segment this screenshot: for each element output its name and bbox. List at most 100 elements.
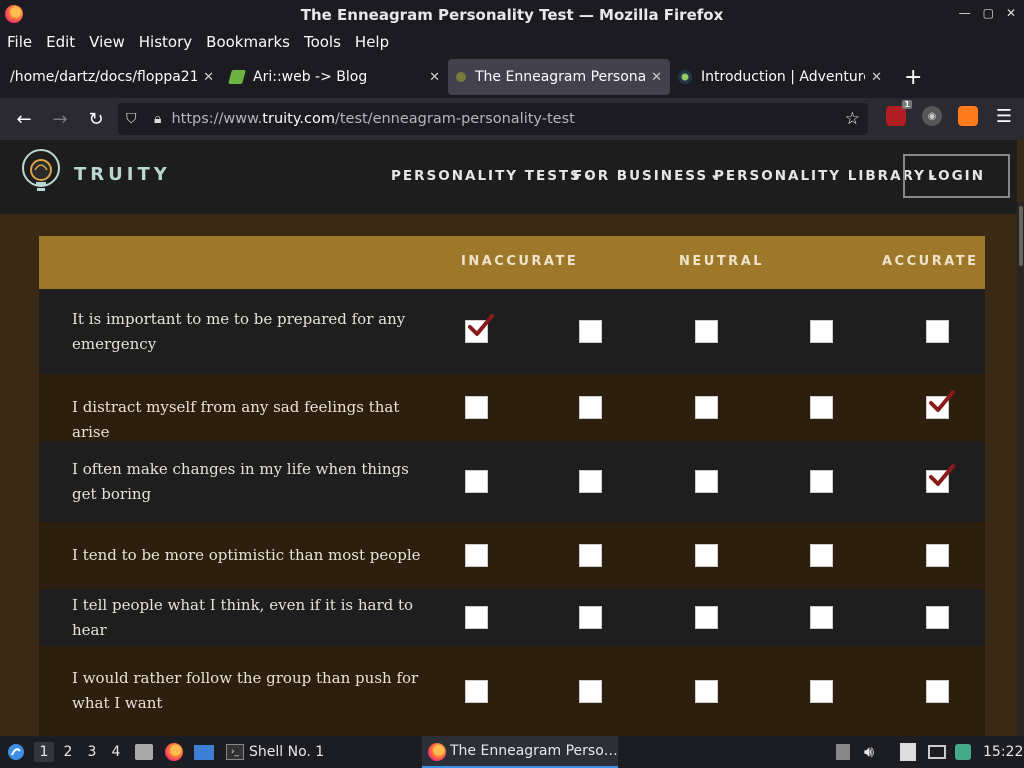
network-icon[interactable] (928, 736, 946, 768)
answer-checkbox-2[interactable] (579, 320, 602, 343)
tab-ariweb[interactable]: Ari::web -> Blog ✕ (222, 59, 448, 95)
clock: 15:22 (983, 744, 1024, 760)
answer-checkbox-5[interactable] (926, 544, 949, 567)
answer-checkbox-5[interactable] (926, 390, 955, 419)
truity-lightbulb-logo-icon[interactable] (20, 148, 62, 200)
answer-checkbox-4[interactable] (810, 396, 833, 419)
tab-enneagram[interactable]: The Enneagram Personal ✕ (448, 59, 670, 95)
new-tab-button[interactable]: + (904, 65, 922, 90)
tab-close-icon[interactable]: ✕ (651, 70, 662, 85)
maximize-button[interactable]: ▢ (983, 6, 994, 20)
firefox-launcher-icon[interactable] (165, 736, 183, 768)
question-text: I tend to be more optimistic than most p… (72, 546, 421, 564)
menu-file[interactable]: File (7, 33, 32, 51)
answer-checkbox-4[interactable] (810, 320, 833, 343)
forward-arrow-icon[interactable]: → (42, 109, 78, 130)
tab-close-icon[interactable]: ✕ (203, 70, 214, 85)
bookmark-star-icon[interactable]: ☆ (845, 109, 860, 129)
menu-edit[interactable]: Edit (46, 33, 75, 51)
question-text: I distract myself from any sad feelings … (72, 398, 400, 441)
back-arrow-icon[interactable]: ← (6, 109, 42, 130)
menu-help[interactable]: Help (355, 33, 389, 51)
answer-checkbox-2[interactable] (579, 470, 602, 493)
checkmark-icon (929, 464, 955, 486)
volume-icon[interactable]: 🔊︎ (864, 736, 874, 768)
answer-checkbox-5[interactable] (926, 679, 949, 703)
workspace-4[interactable]: 4 (106, 742, 126, 762)
minimize-button[interactable]: — (959, 6, 971, 20)
answer-checkbox-1[interactable] (465, 679, 488, 703)
privacy-extension-icon[interactable]: ◉ (922, 106, 942, 126)
answer-checkbox-1[interactable] (465, 470, 488, 493)
answer-checkbox-2[interactable] (579, 396, 602, 419)
question-row: I would rather follow the group than pus… (39, 646, 985, 736)
answer-checkbox-3[interactable] (695, 606, 718, 629)
tab-adventure[interactable]: Introduction | Adventure ✕ (670, 59, 890, 95)
question-text: I tell people what I think, even if it i… (72, 595, 414, 639)
desktop-icon[interactable] (194, 736, 214, 768)
nav-personality-tests[interactable]: PERSONALITY TESTS ▾ (391, 168, 592, 184)
answer-checkbox-1[interactable] (465, 396, 488, 419)
answer-checkbox-1[interactable] (465, 606, 488, 629)
ariweb-favicon-icon (228, 70, 246, 84)
hamburger-menu-icon[interactable]: ☰ (994, 106, 1014, 127)
firefox-task[interactable]: The Enneagram Perso… (422, 736, 618, 768)
scrollbar-thumb[interactable] (1019, 206, 1023, 266)
scale-label-neutral: NEUTRAL (679, 254, 765, 269)
site-header: TRUITY PERSONALITY TESTS ▾ FOR BUSINESS ▾ … (0, 140, 1017, 214)
navigation-bar: ← → ↻ ⛉ 🔒︎ https://www. truity.com/test/e… (0, 98, 1024, 140)
tab-close-icon[interactable]: ✕ (429, 70, 440, 85)
page-scrollbar[interactable] (1017, 202, 1024, 736)
taskbar: 1 2 3 4 ›_ Shell No. 1 The Enneagram Per… (0, 736, 1024, 768)
truity-favicon-icon (456, 72, 466, 82)
answer-checkbox-5[interactable] (926, 464, 955, 493)
answer-checkbox-2[interactable] (579, 679, 602, 703)
checkmark-icon (929, 390, 955, 412)
tab-floppa[interactable]: /home/dartz/docs/floppa21.l ✕ (2, 59, 222, 95)
menu-bookmarks[interactable]: Bookmarks (206, 33, 290, 51)
nav-for-business[interactable]: FOR BUSINESS ▾ (573, 168, 719, 184)
reload-icon[interactable]: ↻ (78, 109, 114, 130)
tracking-shield-icon[interactable]: ⛉ (126, 111, 140, 127)
url-bar[interactable]: ⛉ 🔒︎ https://www. truity.com/test/enneagr… (118, 103, 868, 135)
file-manager-icon[interactable] (135, 736, 153, 768)
answer-checkbox-2[interactable] (579, 544, 602, 567)
scale-label-inaccurate: INACCURATE (461, 254, 579, 269)
answer-checkbox-3[interactable] (695, 320, 718, 343)
menu-history[interactable]: History (139, 33, 192, 51)
lock-icon[interactable]: 🔒︎ (154, 111, 161, 127)
close-window-button[interactable]: ✕ (1006, 6, 1016, 20)
workspace-1[interactable]: 1 (34, 742, 54, 762)
ublock-extension-icon[interactable]: 1 (886, 100, 912, 126)
workspace-2[interactable]: 2 (58, 742, 78, 762)
question-row: I tell people what I think, even if it i… (39, 589, 985, 646)
login-button[interactable]: LOGIN (903, 154, 1010, 198)
notes-icon[interactable] (900, 736, 916, 768)
start-menu-icon[interactable] (6, 736, 26, 768)
answer-checkbox-4[interactable] (810, 544, 833, 567)
workspace-3[interactable]: 3 (82, 742, 102, 762)
url-host: truity.com (262, 111, 335, 127)
firefox-logo-icon (5, 5, 23, 23)
answer-checkbox-1[interactable] (465, 544, 488, 567)
answer-checkbox-4[interactable] (810, 606, 833, 629)
answer-checkbox-5[interactable] (926, 320, 949, 343)
site-logo-text[interactable]: TRUITY (74, 164, 171, 185)
menu-view[interactable]: View (89, 33, 125, 51)
updates-icon[interactable] (955, 736, 971, 768)
answer-checkbox-3[interactable] (695, 679, 718, 703)
clipboard-icon[interactable] (836, 736, 850, 768)
menu-tools[interactable]: Tools (304, 33, 341, 51)
answer-checkbox-3[interactable] (695, 470, 718, 493)
answer-checkbox-1[interactable] (465, 314, 494, 343)
answer-checkbox-4[interactable] (810, 470, 833, 493)
terminal-task[interactable]: ›_ Shell No. 1 (226, 736, 324, 768)
answer-checkbox-5[interactable] (926, 606, 949, 629)
brave-extension-icon[interactable] (958, 106, 978, 126)
answer-checkbox-3[interactable] (695, 544, 718, 567)
tab-close-icon[interactable]: ✕ (871, 70, 882, 85)
answer-checkbox-4[interactable] (810, 679, 833, 703)
answer-checkbox-3[interactable] (695, 396, 718, 419)
answer-checkbox-2[interactable] (579, 606, 602, 629)
scale-label-accurate: ACCURATE (882, 254, 979, 269)
